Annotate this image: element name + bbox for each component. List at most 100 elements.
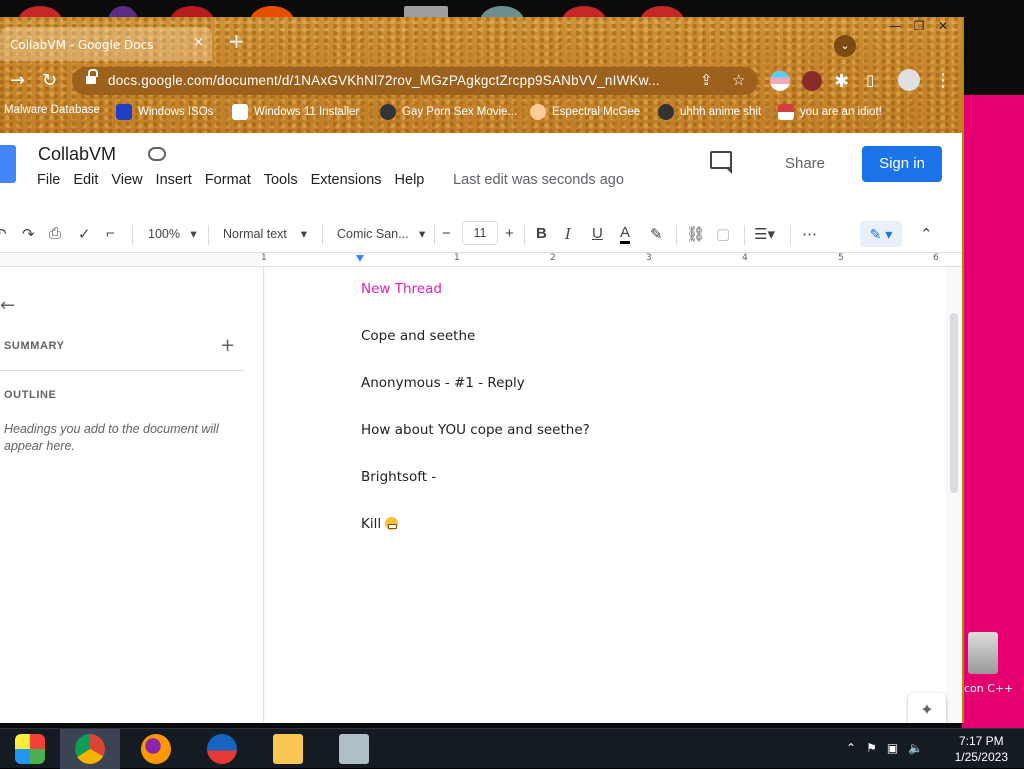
bookmark-label: uhhh anime shit	[680, 106, 762, 118]
browser-window: — ❐ ✕ CollabVM - Google Docs × + ⌄ → ↻ d…	[0, 17, 964, 723]
menu-file[interactable]: File	[37, 172, 60, 188]
paint-format-icon[interactable]: ⌐	[106, 225, 115, 242]
minimize-icon[interactable]: —	[884, 19, 906, 35]
bookmark-star-icon[interactable]: ☆	[732, 71, 745, 89]
comment-icon[interactable]	[710, 151, 732, 174]
volume-icon[interactable]: 🔈	[908, 741, 923, 755]
zoom-select[interactable]: 100% ▾	[148, 226, 197, 241]
collapse-menus-icon[interactable]: ⌃	[920, 225, 933, 243]
vertical-scrollbar[interactable]	[946, 267, 962, 723]
add-comment-icon[interactable]: ▢	[716, 225, 730, 243]
bookmark-item[interactable]: you are an idiot!	[778, 104, 882, 120]
extension-icon[interactable]	[802, 71, 822, 91]
document-title[interactable]: CollabVM	[38, 144, 116, 165]
tab-title: CollabVM - Google Docs	[10, 38, 154, 52]
menu-extensions[interactable]: Extensions	[311, 172, 382, 188]
explore-icon[interactable]: ✦	[908, 693, 946, 723]
taskbar-firefox[interactable]	[126, 729, 186, 769]
link-icon[interactable]: ⛓	[686, 225, 705, 243]
new-tab-icon[interactable]: +	[228, 31, 245, 51]
browser-tab[interactable]: CollabVM - Google Docs ×	[0, 27, 212, 61]
tab-search-icon[interactable]: ⌄	[834, 35, 856, 57]
anime-icon	[658, 104, 674, 120]
vertical-scroll-thumb[interactable]	[950, 313, 958, 493]
outline-panel: ← SUMMARY + OUTLINE Headings you add to …	[0, 267, 264, 723]
profile-icon[interactable]	[898, 69, 920, 91]
document-page[interactable]: New Thread Cope and seethe Anonymous - #…	[265, 267, 946, 723]
menu-tools[interactable]: Tools	[264, 172, 298, 188]
share-button[interactable]: Share	[752, 146, 858, 182]
bold-icon[interactable]: B	[536, 225, 547, 242]
more-tools-icon[interactable]: ⋯	[802, 225, 817, 243]
address-bar[interactable]: docs.google.com/document/d/1NAxGVKhNl72r…	[72, 67, 758, 95]
spellcheck-icon[interactable]: ✓	[78, 225, 91, 243]
bookmark-item[interactable]: Gay Porn Sex Movie...	[380, 104, 517, 120]
editing-mode-icon[interactable]: ✎ ▾	[860, 221, 902, 247]
clock[interactable]: 7:17 PM 1/25/2023	[955, 733, 1008, 765]
menu-view[interactable]: View	[111, 172, 142, 188]
tab-close-icon[interactable]: ×	[193, 35, 204, 50]
redo-icon[interactable]: ↷	[22, 225, 35, 243]
font-size-input[interactable]: 11	[462, 221, 498, 245]
undo-icon[interactable]: ↶	[0, 225, 7, 243]
start-button[interactable]	[0, 729, 60, 769]
desktop-icon-label: con C++	[964, 682, 1014, 695]
maximize-icon[interactable]: ❐	[908, 19, 930, 35]
back-arrow-icon[interactable]: ←	[0, 295, 15, 316]
taskbar-chrome[interactable]	[60, 729, 120, 769]
close-icon[interactable]: ✕	[932, 19, 954, 35]
puzzle-icon[interactable]: ✱	[834, 71, 849, 92]
tray-expand-icon[interactable]: ⌃	[846, 741, 856, 755]
print-icon[interactable]: ⎙	[49, 225, 61, 242]
align-icon[interactable]: ☰▾	[754, 225, 775, 243]
bookmark-label: Windows ISOs	[138, 106, 214, 118]
bookmark-label: Espectral McGee	[552, 106, 641, 118]
bookmark-label: Gay Porn Sex Movie...	[402, 106, 518, 118]
side-panel-icon[interactable]: ▯	[866, 71, 874, 89]
docs-logo-icon[interactable]	[0, 145, 16, 183]
doc-line[interactable]: Brightsoft -	[361, 469, 436, 485]
add-summary-icon[interactable]: +	[220, 335, 235, 356]
text-color-icon[interactable]: A	[620, 225, 631, 244]
menu-edit[interactable]: Edit	[73, 172, 98, 188]
share-page-icon[interactable]: ⇪	[700, 71, 713, 89]
menu-insert[interactable]: Insert	[156, 172, 192, 188]
increase-font-size-icon[interactable]: +	[505, 225, 514, 242]
italic-icon[interactable]: I	[565, 225, 571, 243]
bookmark-item[interactable]: Windows 11 Installer	[232, 104, 359, 120]
bookmark-item[interactable]: Windows ISOs	[116, 104, 213, 120]
taskbar-app-2[interactable]	[324, 729, 384, 769]
more-menu-icon[interactable]: ⋮	[934, 70, 952, 91]
site-icon	[380, 104, 396, 120]
font-select[interactable]: Comic San... ▾	[337, 226, 425, 241]
flag-icon[interactable]: ⚑	[866, 741, 877, 755]
doc-line[interactable]: How about YOU cope and seethe?	[361, 422, 590, 438]
doc-line[interactable]: Anonymous - #1 - Reply	[361, 375, 525, 391]
highlight-icon[interactable]: ✎	[650, 225, 663, 243]
last-edit-status[interactable]: Last edit was seconds ago	[453, 172, 624, 188]
forward-icon[interactable]: →	[10, 70, 25, 91]
bookmark-item[interactable]: Espectral McGee	[530, 104, 640, 120]
reload-icon[interactable]: ↻	[42, 70, 57, 91]
desktop-icon-recycle[interactable]: con C++	[962, 628, 1024, 698]
bookmark-item[interactable]: uhhh anime shit	[658, 104, 761, 120]
sign-in-button[interactable]: Sign in	[862, 146, 942, 182]
doc-line[interactable]: Cope and seethe	[361, 328, 475, 344]
doc-line-kill[interactable]: Kill	[361, 516, 399, 532]
bookmark-label: Malware Database	[4, 104, 100, 116]
firefox-icon	[141, 734, 171, 764]
taskbar-explorer[interactable]	[258, 729, 318, 769]
panel-divider	[0, 370, 244, 371]
extension-icon[interactable]	[770, 71, 790, 91]
toolbar-divider	[208, 225, 209, 245]
taskbar-app[interactable]	[192, 729, 252, 769]
network-icon[interactable]: ▣	[887, 741, 898, 755]
decrease-font-size-icon[interactable]: −	[442, 225, 451, 242]
cloud-status-icon[interactable]	[148, 147, 166, 161]
menu-format[interactable]: Format	[205, 172, 251, 188]
doc-line[interactable]: New Thread	[361, 281, 442, 297]
underline-icon[interactable]: U	[592, 225, 603, 242]
style-select[interactable]: Normal text ▾	[223, 226, 307, 241]
menu-help[interactable]: Help	[395, 172, 425, 188]
bookmark-item[interactable]: Malware Database	[4, 104, 100, 116]
